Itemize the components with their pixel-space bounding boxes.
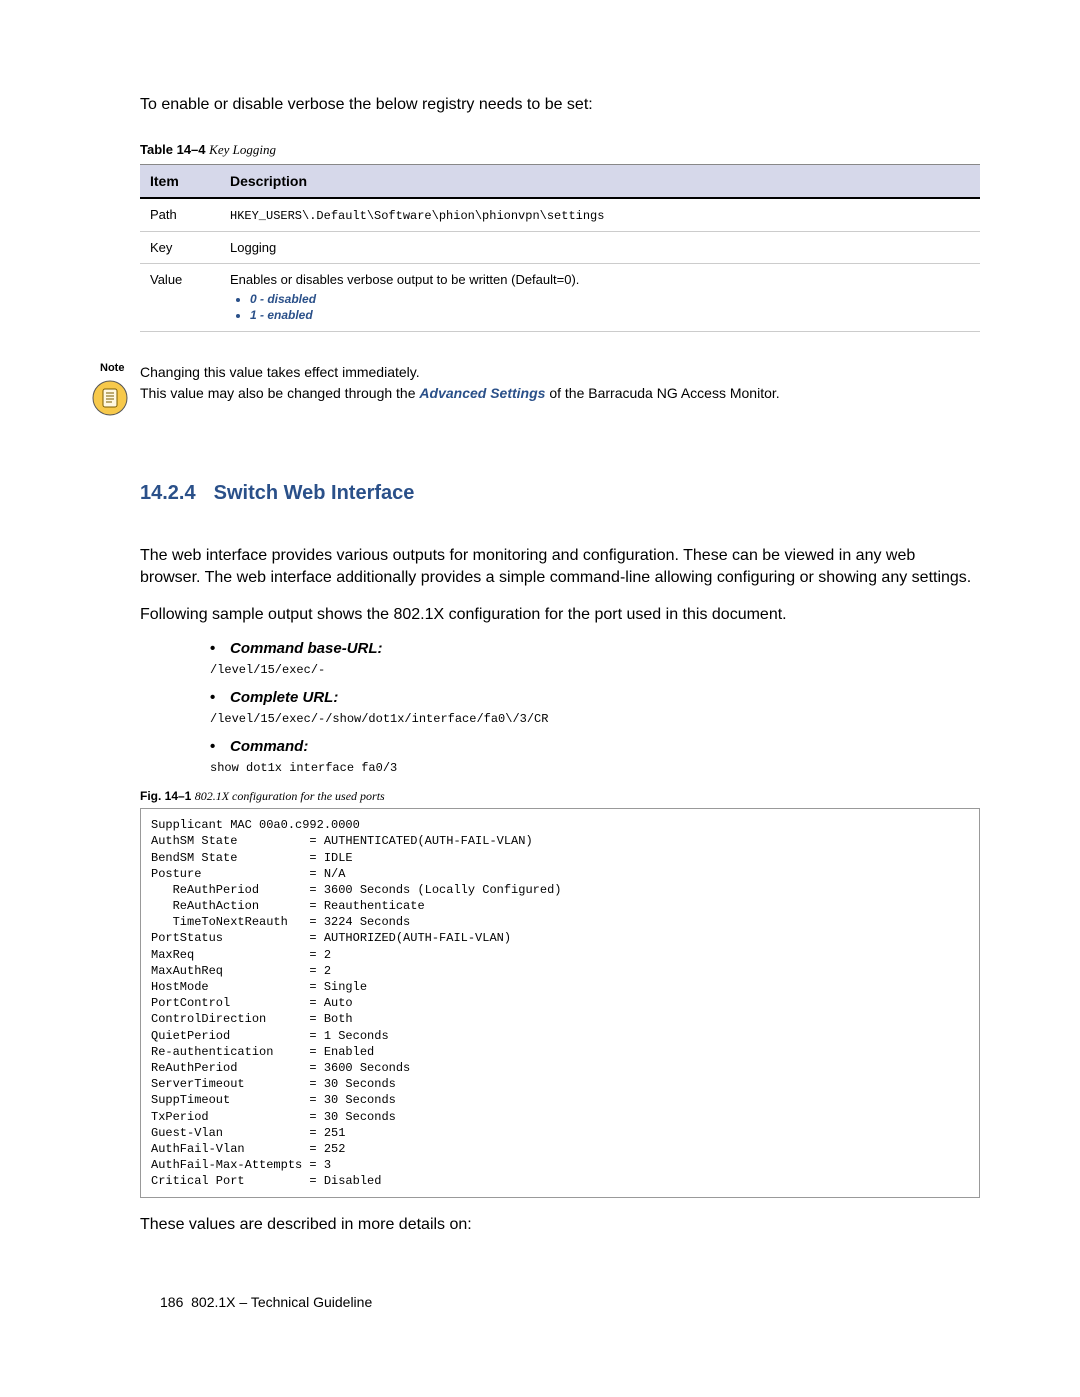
value-options-list: 0 - disabled 1 - enabled — [230, 291, 970, 323]
code-line: /level/15/exec/- — [210, 663, 980, 677]
table-caption-label: Table 14–4 — [140, 142, 206, 157]
note-line2a: This value may also be changed through t… — [140, 385, 419, 401]
page-number: 186 — [160, 1294, 183, 1310]
table-row: Key Logging — [140, 232, 980, 264]
note-label: Note — [100, 362, 124, 374]
cell-item: Value — [140, 264, 220, 332]
sub-item-label: Command base-URL: — [230, 640, 383, 657]
key-logging-table: Item Description Path HKEY_USERS\.Defaul… — [140, 164, 980, 332]
note-line1: Changing this value takes effect immedia… — [140, 364, 420, 380]
code-line: /level/15/exec/-/show/dot1x/interface/fa… — [210, 712, 980, 726]
sub-item: •Command base-URL: — [210, 640, 980, 657]
cell-desc: Enables or disables verbose output to be… — [220, 264, 980, 332]
page-footer: 186 802.1X – Technical Guideline — [160, 1294, 980, 1310]
figure-caption-title: 802.1X configuration for the used ports — [195, 789, 385, 803]
figure-caption: Fig. 14–1 802.1X configuration for the u… — [140, 789, 980, 804]
figure-caption-label: Fig. 14–1 — [140, 789, 191, 803]
table-row: Value Enables or disables verbose output… — [140, 264, 980, 332]
note-text: Changing this value takes effect immedia… — [140, 362, 980, 404]
sub-item-label: Complete URL: — [230, 689, 338, 706]
th-description: Description — [220, 165, 980, 199]
note-icon — [92, 380, 128, 416]
config-output: Supplicant MAC 00a0.c992.0000 AuthSM Sta… — [140, 808, 980, 1198]
th-item: Item — [140, 165, 220, 199]
registry-path: HKEY_USERS\.Default\Software\phion\phion… — [230, 209, 604, 223]
value-desc: Enables or disables verbose output to be… — [230, 272, 579, 287]
intro-text: To enable or disable verbose the below r… — [140, 96, 980, 114]
cell-item: Key — [140, 232, 220, 264]
sub-item: •Complete URL: — [210, 689, 980, 706]
section-number: 14.2.4 — [140, 482, 196, 504]
sub-item: •Command: — [210, 738, 980, 755]
table-caption-title: Key Logging — [209, 142, 276, 157]
code-line: show dot1x interface fa0/3 — [210, 761, 980, 775]
closing-text: These values are described in more detai… — [140, 1216, 980, 1234]
paragraph: Following sample output shows the 802.1X… — [140, 604, 980, 626]
paragraph: The web interface provides various outpu… — [140, 545, 980, 590]
table-caption: Table 14–4 Key Logging — [140, 142, 980, 158]
cell-desc: Logging — [220, 232, 980, 264]
value-option: 1 - enabled — [250, 307, 970, 323]
note-block: Note Changing this value takes effect im… — [100, 362, 980, 422]
sub-item-label: Command: — [230, 738, 308, 755]
section-title: Switch Web Interface — [214, 482, 415, 504]
cell-desc: HKEY_USERS\.Default\Software\phion\phion… — [220, 198, 980, 232]
cell-item: Path — [140, 198, 220, 232]
table-row: Path HKEY_USERS\.Default\Software\phion\… — [140, 198, 980, 232]
value-option: 0 - disabled — [250, 291, 970, 307]
footer-text: 802.1X – Technical Guideline — [191, 1294, 372, 1310]
advanced-settings-link[interactable]: Advanced Settings — [419, 385, 545, 401]
section-heading: 14.2.4 Switch Web Interface — [140, 482, 980, 505]
note-line2b: of the Barracuda NG Access Monitor. — [545, 385, 779, 401]
